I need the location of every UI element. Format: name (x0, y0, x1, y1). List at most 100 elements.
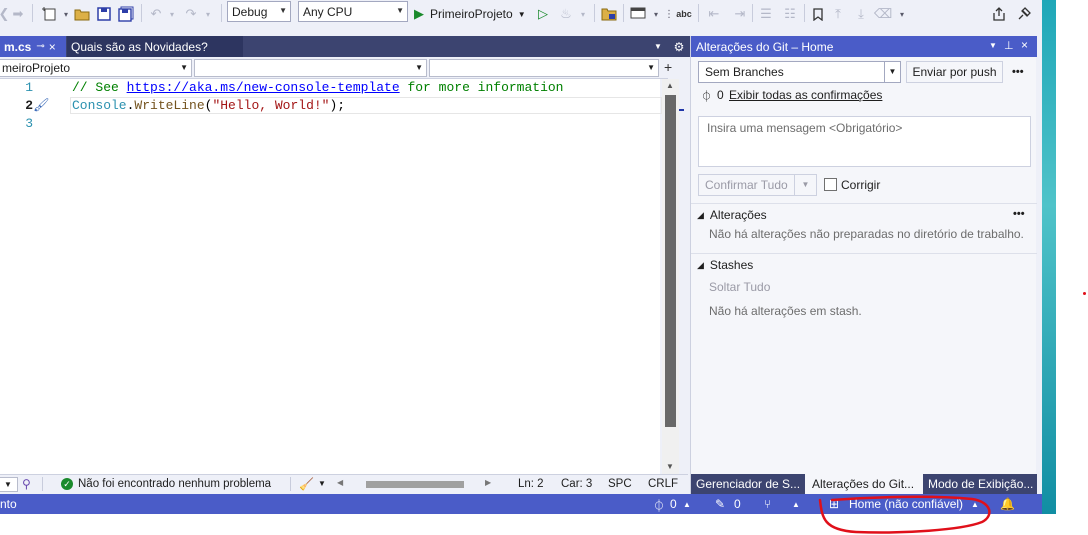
git-changes-panel: Alterações do Git – Home ▼ ⊥ × Sem Branc… (690, 36, 1037, 494)
code-cleanup-icon[interactable]: 🧹 (299, 477, 314, 491)
commit-icon[interactable]: ⏀ (653, 497, 665, 514)
pin-icon[interactable]: ⊸ (36, 41, 44, 52)
redo-icon[interactable]: ↷ (182, 4, 200, 24)
chevron-up-icon[interactable]: ▲ (683, 500, 691, 509)
branch-icon[interactable]: ⑂ (764, 497, 771, 511)
start-button[interactable]: ▶ PrimeiroProjeto ▼ (414, 4, 532, 24)
prev-bookmark-icon[interactable]: ⤒ (829, 4, 847, 24)
tab-program-cs[interactable]: m.cs ⊸ × (0, 36, 66, 57)
code-token: Console (72, 98, 127, 113)
window-icon[interactable] (628, 4, 648, 24)
split-editor-button[interactable]: + (664, 59, 672, 75)
chevron-down-icon[interactable]: ▾ (896, 4, 908, 24)
new-item-icon[interactable] (38, 4, 62, 24)
chevron-down-icon[interactable]: ▾ (203, 4, 213, 24)
share-icon[interactable] (989, 4, 1009, 24)
horizontal-scrollbar-thumb[interactable] (366, 481, 464, 488)
vertical-scrollbar[interactable]: ▲ ▼ (662, 79, 679, 474)
next-bookmark-icon[interactable]: ⤓ (852, 4, 870, 24)
clear-bookmarks-icon[interactable]: ⌫ (874, 4, 892, 24)
project-dropdown[interactable]: meiroProjeto ▼ (0, 59, 192, 77)
column-number[interactable]: Car: 3 (561, 478, 592, 490)
feedback-icon[interactable] (1014, 4, 1034, 24)
tab-overflow-icon[interactable]: ▼ (654, 42, 662, 51)
type-dropdown[interactable]: ▼ (194, 59, 427, 77)
chevron-up-icon[interactable]: ▲ (792, 500, 800, 509)
chevron-down-icon[interactable]: ▾ (650, 4, 662, 24)
platform-select[interactable]: Any CPU ▼ (298, 1, 408, 22)
start-without-debug-icon[interactable]: ▷ (534, 4, 552, 24)
stashes-section-header[interactable]: ◢ Stashes (697, 258, 753, 272)
comment-icon[interactable]: ☰ (756, 4, 776, 24)
branch-dropdown[interactable]: Sem Branches ▼ (698, 61, 901, 83)
line-number[interactable]: Ln: 2 (518, 478, 544, 490)
drop-all-button[interactable]: Soltar Tudo (709, 280, 770, 294)
code-editor[interactable]: 1 // See https://aka.ms/new-console-templ… (0, 79, 684, 474)
code-line[interactable]: Console.WriteLine("Hello, World!"); (72, 98, 345, 113)
scroll-up-icon[interactable]: ▲ (666, 81, 674, 90)
chevron-down-icon[interactable]: ▾ (61, 4, 71, 24)
pin-icon[interactable]: ⊥ (1004, 39, 1014, 52)
changes-empty-text: Não há alterações não preparadas no dire… (709, 227, 1024, 241)
tab-whats-new[interactable]: Quais são as Novidades? (67, 36, 243, 57)
member-dropdown[interactable]: ▼ (429, 59, 659, 77)
chevron-down-icon[interactable]: ▾ (167, 4, 177, 24)
forward-icon[interactable]: ➡ (9, 4, 27, 24)
chevron-down-icon[interactable]: ▼ (794, 175, 816, 195)
spellcheck-icon[interactable]: abc (676, 4, 692, 24)
line-number: 2 (25, 98, 33, 113)
more-options-icon[interactable]: ••• (1012, 66, 1024, 78)
indent-icon[interactable]: ⇥ (730, 4, 750, 24)
changes-section-header[interactable]: ◢ Alterações (697, 208, 767, 222)
collapse-icon: ◢ (697, 259, 704, 270)
chevron-down-icon[interactable]: ▾ (578, 4, 588, 24)
quick-actions-icon[interactable]: 🖌 (33, 97, 50, 113)
line-ending[interactable]: CRLF (648, 478, 678, 490)
push-button[interactable]: Enviar por push (906, 61, 1003, 83)
edit-icon[interactable]: ✎ (715, 497, 725, 511)
close-icon[interactable]: × (1021, 38, 1028, 52)
commit-all-button[interactable]: Confirmar Tudo ▼ (698, 174, 817, 196)
hot-reload-icon[interactable]: ♨ (557, 4, 575, 24)
undo-icon[interactable]: ↶ (147, 4, 165, 24)
save-icon[interactable] (95, 4, 113, 24)
scroll-down-icon[interactable]: ▼ (666, 462, 674, 471)
code-line[interactable]: // See https://aka.ms/new-console-templa… (72, 80, 563, 95)
tab-git-changes[interactable]: Alterações do Git... (807, 474, 921, 494)
configuration-select[interactable]: Debug ▼ (227, 1, 291, 22)
tab-solution-explorer[interactable]: Gerenciador de S... (691, 474, 805, 494)
red-annotation-circle (818, 495, 991, 534)
code-token: // See (72, 80, 127, 95)
settings-gear-icon[interactable]: ⚙ (668, 36, 690, 57)
code-token: "Hello, World!" (212, 98, 330, 113)
notifications-icon[interactable]: 🔔 (1000, 497, 1015, 511)
chevron-down-icon: ▼ (884, 62, 900, 82)
amend-checkbox[interactable] (824, 178, 837, 191)
more-options-icon[interactable]: ••• (1013, 208, 1025, 220)
copilot-icon[interactable]: ⚲ (22, 477, 31, 491)
scrollbar-thumb[interactable] (665, 95, 676, 427)
scroll-right-icon[interactable]: ▶ (485, 478, 491, 487)
save-all-icon[interactable] (117, 4, 135, 24)
commits-count[interactable]: 0 (670, 497, 677, 511)
tab-label: Modo de Exibição... (928, 477, 1034, 491)
zoom-dropdown[interactable]: ▼ (0, 477, 18, 492)
push-label: Enviar por push (912, 65, 997, 79)
scroll-left-icon[interactable]: ◀ (337, 478, 343, 487)
solution-explorer-icon[interactable] (599, 4, 619, 24)
commit-message-input[interactable]: Insira uma mensagem <Obrigatório> (698, 116, 1031, 167)
tab-class-view[interactable]: Modo de Exibição... (923, 474, 1037, 494)
uncomment-icon[interactable]: ☷ (780, 4, 800, 24)
issues-status[interactable]: Não foi encontrado nenhum problema (78, 478, 271, 490)
edits-count[interactable]: 0 (734, 497, 741, 511)
view-all-commits-link[interactable]: Exibir todas as confirmações (729, 88, 882, 102)
bookmark-icon[interactable] (809, 4, 827, 24)
open-folder-icon[interactable] (73, 4, 91, 24)
code-token: ); (329, 98, 346, 113)
close-icon[interactable]: × (49, 40, 56, 54)
chevron-down-icon[interactable]: ▼ (318, 479, 326, 488)
indentation-mode[interactable]: SPC (608, 478, 632, 490)
navigation-bar: meiroProjeto ▼ ▼ ▼ + (0, 57, 672, 79)
outdent-icon[interactable]: ⇤ (704, 4, 724, 24)
chevron-down-icon[interactable]: ▼ (989, 41, 997, 50)
